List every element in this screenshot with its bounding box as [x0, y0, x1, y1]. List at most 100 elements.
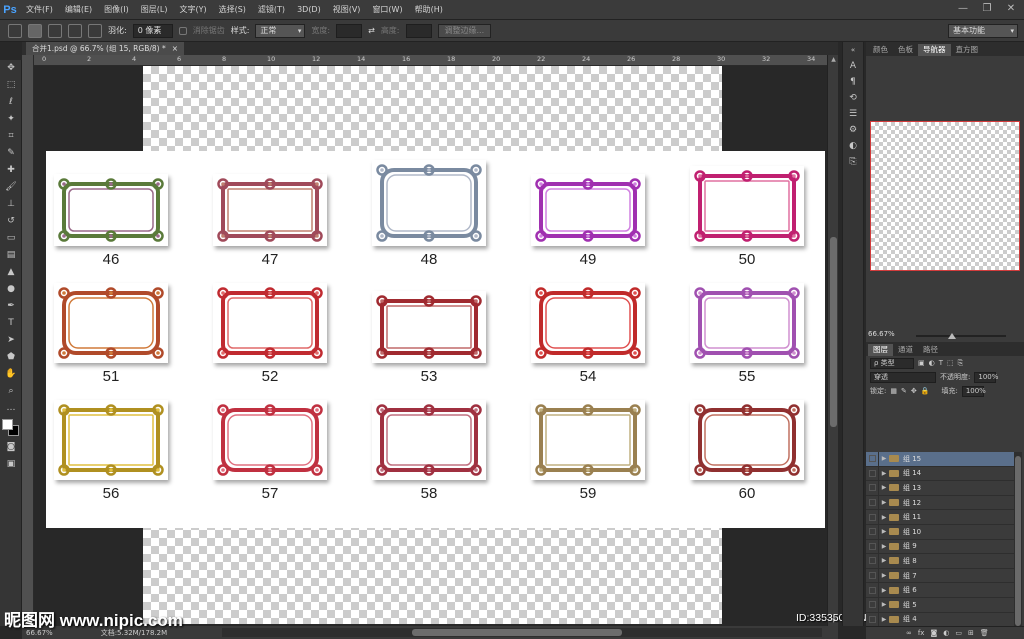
lock-pixels-icon[interactable]: ✎ [901, 387, 907, 395]
expand-group-icon[interactable]: ▶ [879, 557, 889, 564]
properties-panel-icon[interactable]: ☰ [843, 106, 863, 122]
menu-item[interactable]: 编辑(E) [59, 0, 98, 20]
clone-source-panel-icon[interactable]: ⎘ [843, 154, 863, 170]
height-input[interactable] [405, 23, 432, 38]
navigator-zoom-slider[interactable] [916, 335, 1006, 337]
history-panel-icon[interactable]: ⟲ [843, 90, 863, 106]
layer-row[interactable]: ▶ 组 8 [866, 553, 1014, 569]
tab-top-3[interactable]: 直方图 [951, 44, 984, 56]
layer-visibility-toggle[interactable] [866, 568, 879, 583]
filter-shape-icon[interactable]: ⬚ [947, 359, 954, 367]
blur-tool-icon[interactable]: ▲ [0, 264, 22, 281]
expand-group-icon[interactable]: ▶ [879, 514, 889, 521]
path-selection-tool-icon[interactable]: ➤ [0, 332, 22, 349]
marquee-tool-icon[interactable]: ⬚ [0, 77, 22, 94]
menu-item[interactable]: 图层(L) [135, 0, 174, 20]
character-panel-icon[interactable]: A [843, 58, 863, 74]
tool-presets-panel-icon[interactable]: ⚙ [843, 122, 863, 138]
layer-visibility-toggle[interactable] [866, 451, 879, 466]
intersect-selection-icon[interactable] [88, 23, 102, 38]
menu-item[interactable]: 窗口(W) [366, 0, 408, 20]
lasso-tool-icon[interactable]: ℓ [0, 94, 22, 111]
adjustment-layer-icon[interactable]: ◐ [943, 629, 949, 637]
layer-row[interactable]: ▶ 组 7 [866, 568, 1014, 584]
expand-group-icon[interactable]: ▶ [879, 484, 889, 491]
magic-wand-tool-icon[interactable]: ✦ [0, 111, 22, 128]
layer-mask-icon[interactable]: ◙ [930, 629, 937, 637]
menu-item[interactable]: 图像(I) [98, 0, 135, 20]
menu-item[interactable]: 文字(Y) [173, 0, 212, 20]
expand-group-icon[interactable]: ▶ [879, 601, 889, 608]
hand-tool-icon[interactable]: ✋ [0, 366, 22, 383]
layer-visibility-toggle[interactable] [866, 466, 879, 481]
antialias-checkbox[interactable] [178, 26, 187, 35]
type-tool-icon[interactable]: T [0, 315, 22, 332]
eraser-tool-icon[interactable]: ▭ [0, 230, 22, 247]
layer-row[interactable]: ▶ 组 10 [866, 524, 1014, 540]
shape-tool-icon[interactable]: ⬟ [0, 349, 22, 366]
canvas-vertical-scrollbar[interactable]: ▲ ▼ [827, 55, 838, 626]
crop-tool-icon[interactable]: ⌗ [0, 128, 22, 145]
new-group-icon[interactable]: ▭ [955, 629, 962, 637]
tab-top-1[interactable]: 色板 [893, 44, 918, 56]
layer-row[interactable]: ▶ 组 11 [866, 510, 1014, 525]
canvas-horizontal-scrollbar[interactable] [222, 628, 822, 637]
menu-item[interactable]: 3D(D) [291, 0, 327, 20]
fill-input[interactable]: 100% [961, 385, 986, 397]
horizontal-scroll-thumb[interactable] [412, 629, 622, 636]
layer-visibility-toggle[interactable] [866, 495, 879, 510]
vertical-scroll-thumb[interactable] [830, 237, 837, 427]
menu-item[interactable]: 选择(S) [213, 0, 252, 20]
expand-group-icon[interactable]: ▶ [879, 587, 889, 594]
refine-edge-button[interactable]: 调整边缘... [437, 23, 492, 38]
lock-all-icon[interactable]: 🔒 [921, 387, 930, 395]
layer-row[interactable]: ▶ 组 14 [866, 466, 1014, 482]
tab-top-0[interactable]: 颜色 [868, 44, 893, 56]
eyedropper-tool-icon[interactable]: ✎ [0, 145, 22, 162]
history-brush-tool-icon[interactable]: ↺ [0, 213, 22, 230]
filter-smart-icon[interactable]: ⎘ [958, 359, 964, 368]
brush-tool-icon[interactable]: 🖌 [0, 179, 22, 196]
layer-row[interactable]: ▶ 组 12 [866, 495, 1014, 511]
gradient-tool-icon[interactable]: ▤ [0, 247, 22, 264]
minimize-button[interactable]: — [954, 2, 972, 16]
menu-item[interactable]: 视图(V) [327, 0, 367, 20]
document-tab[interactable]: 合并1.psd @ 66.7% (组 15, RGB/8) * × [26, 42, 185, 55]
tab-layers-0[interactable]: 图层 [868, 344, 893, 356]
pen-tool-icon[interactable]: ✒ [0, 298, 22, 315]
filter-pixel-icon[interactable]: ▣ [918, 359, 925, 367]
add-selection-icon[interactable] [48, 23, 62, 38]
layer-row[interactable]: ▶ 组 4 [866, 612, 1014, 628]
expand-group-icon[interactable]: ▶ [879, 455, 889, 462]
canvas-area[interactable]: 46 47 48 49 50 51 52 53 54 55 56 57 58 59 60 [34, 66, 827, 624]
workspace-select[interactable]: 基本功能 [948, 24, 1018, 38]
marquee-tool-preset-icon[interactable] [8, 23, 22, 38]
layer-visibility-toggle[interactable] [866, 524, 879, 539]
new-selection-icon[interactable] [28, 23, 42, 38]
restore-button[interactable]: ❐ [978, 2, 996, 16]
tab-layers-2[interactable]: 路径 [918, 344, 943, 356]
expand-group-icon[interactable]: ▶ [879, 528, 889, 535]
brush-panel-icon[interactable]: ◐ [843, 138, 863, 154]
dodge-tool-icon[interactable]: ● [0, 281, 22, 298]
menu-item[interactable]: 滤镜(T) [252, 0, 291, 20]
layers-scrollbar[interactable] [1014, 452, 1022, 639]
scroll-up-icon[interactable]: ▲ [828, 55, 839, 65]
navigator-slider-knob[interactable] [948, 333, 956, 339]
color-swatches[interactable] [0, 417, 22, 439]
zoom-tool-icon[interactable]: ⌕ [0, 383, 22, 400]
expand-group-icon[interactable]: ▶ [879, 470, 889, 477]
tab-top-2[interactable]: 导航器 [918, 44, 951, 56]
menu-item[interactable]: 帮助(H) [409, 0, 449, 20]
layers-scroll-thumb[interactable] [1015, 456, 1021, 626]
expand-group-icon[interactable]: ▶ [879, 543, 889, 550]
move-tool-icon[interactable]: ✥ [0, 60, 22, 77]
layer-filter-select[interactable]: ρ 类型 [870, 357, 914, 369]
layer-visibility-toggle[interactable] [866, 583, 879, 598]
layer-visibility-toggle[interactable] [866, 510, 879, 525]
menu-item[interactable]: 文件(F) [20, 0, 59, 20]
new-layer-icon[interactable]: ⊞ [968, 629, 974, 637]
width-input[interactable] [336, 23, 363, 38]
healing-brush-tool-icon[interactable]: ✚ [0, 162, 22, 179]
layer-row[interactable]: ▶ 组 9 [866, 539, 1014, 555]
